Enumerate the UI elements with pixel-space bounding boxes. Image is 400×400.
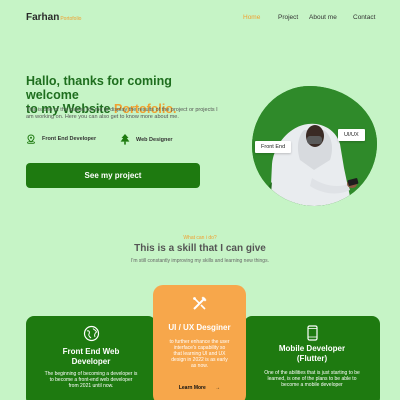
see-project-button[interactable]: See my project xyxy=(26,163,200,188)
logo-subtext: Portofolio xyxy=(60,16,82,22)
photo-tag-ui-ux: UI/UX xyxy=(338,129,365,141)
skill-card-mobile: Mobile Developer (Flutter) One of the ab… xyxy=(244,316,380,400)
skills-kicker: What can i do? xyxy=(183,235,217,241)
skills-subtitle: I'm still constantly improving my skills… xyxy=(131,258,269,264)
navbar: FarhanPortofolio Home Project About me C… xyxy=(0,0,400,36)
role-web-designer: Web Designer xyxy=(120,134,173,145)
logo-text: Farhan xyxy=(26,12,60,23)
card-body: The beginning of becoming a developer is… xyxy=(44,371,138,389)
globe-icon xyxy=(83,325,100,342)
skill-card-front-end: Front End Web Developer The beginning of… xyxy=(26,316,156,400)
learn-more-link[interactable]: Learn More → xyxy=(153,385,246,391)
card-body: to further enhance the user interface's … xyxy=(169,339,230,369)
hero-description: This is one of the places for me to disp… xyxy=(26,107,218,120)
role-label: Web Designer xyxy=(136,136,173,143)
card-title-line1: Front End Web xyxy=(62,347,120,356)
role-label: Front End Developer xyxy=(42,136,97,142)
tree-icon xyxy=(120,134,130,145)
nav-about[interactable]: About me xyxy=(309,14,337,21)
card-title: Front End Web Developer xyxy=(26,347,156,367)
hero-title-line1: Hallo, thanks for coming welcome xyxy=(26,74,172,102)
location-pin-icon xyxy=(27,134,35,144)
skill-card-ui-ux: UI / UX Desginer to further enhance the … xyxy=(153,285,246,400)
skills-title: This is a skill that I can give xyxy=(134,243,266,254)
card-title: UI / UX Desginer xyxy=(168,323,231,332)
mobile-phone-icon xyxy=(307,325,318,341)
nav-home[interactable]: Home xyxy=(243,14,260,21)
card-title-line1: Mobile Developer xyxy=(278,344,346,353)
arrow-right-icon: → xyxy=(215,385,221,391)
card-title-line2: Developer xyxy=(71,357,111,366)
design-tools-icon xyxy=(193,296,207,310)
role-front-end: Front End Developer xyxy=(26,134,96,144)
card-body: One of the abilities that is just starti… xyxy=(264,370,360,388)
site-logo[interactable]: FarhanPortofolio xyxy=(26,12,81,23)
nav-project[interactable]: Project xyxy=(278,14,298,21)
photo-tag-front-end: Front End xyxy=(255,141,292,153)
card-title: Mobile Developer (Flutter) xyxy=(244,344,380,364)
nav-contact[interactable]: Contact xyxy=(353,14,375,21)
card-title-line2: (Flutter) xyxy=(296,354,328,363)
learn-more-label: Learn More xyxy=(178,385,206,391)
